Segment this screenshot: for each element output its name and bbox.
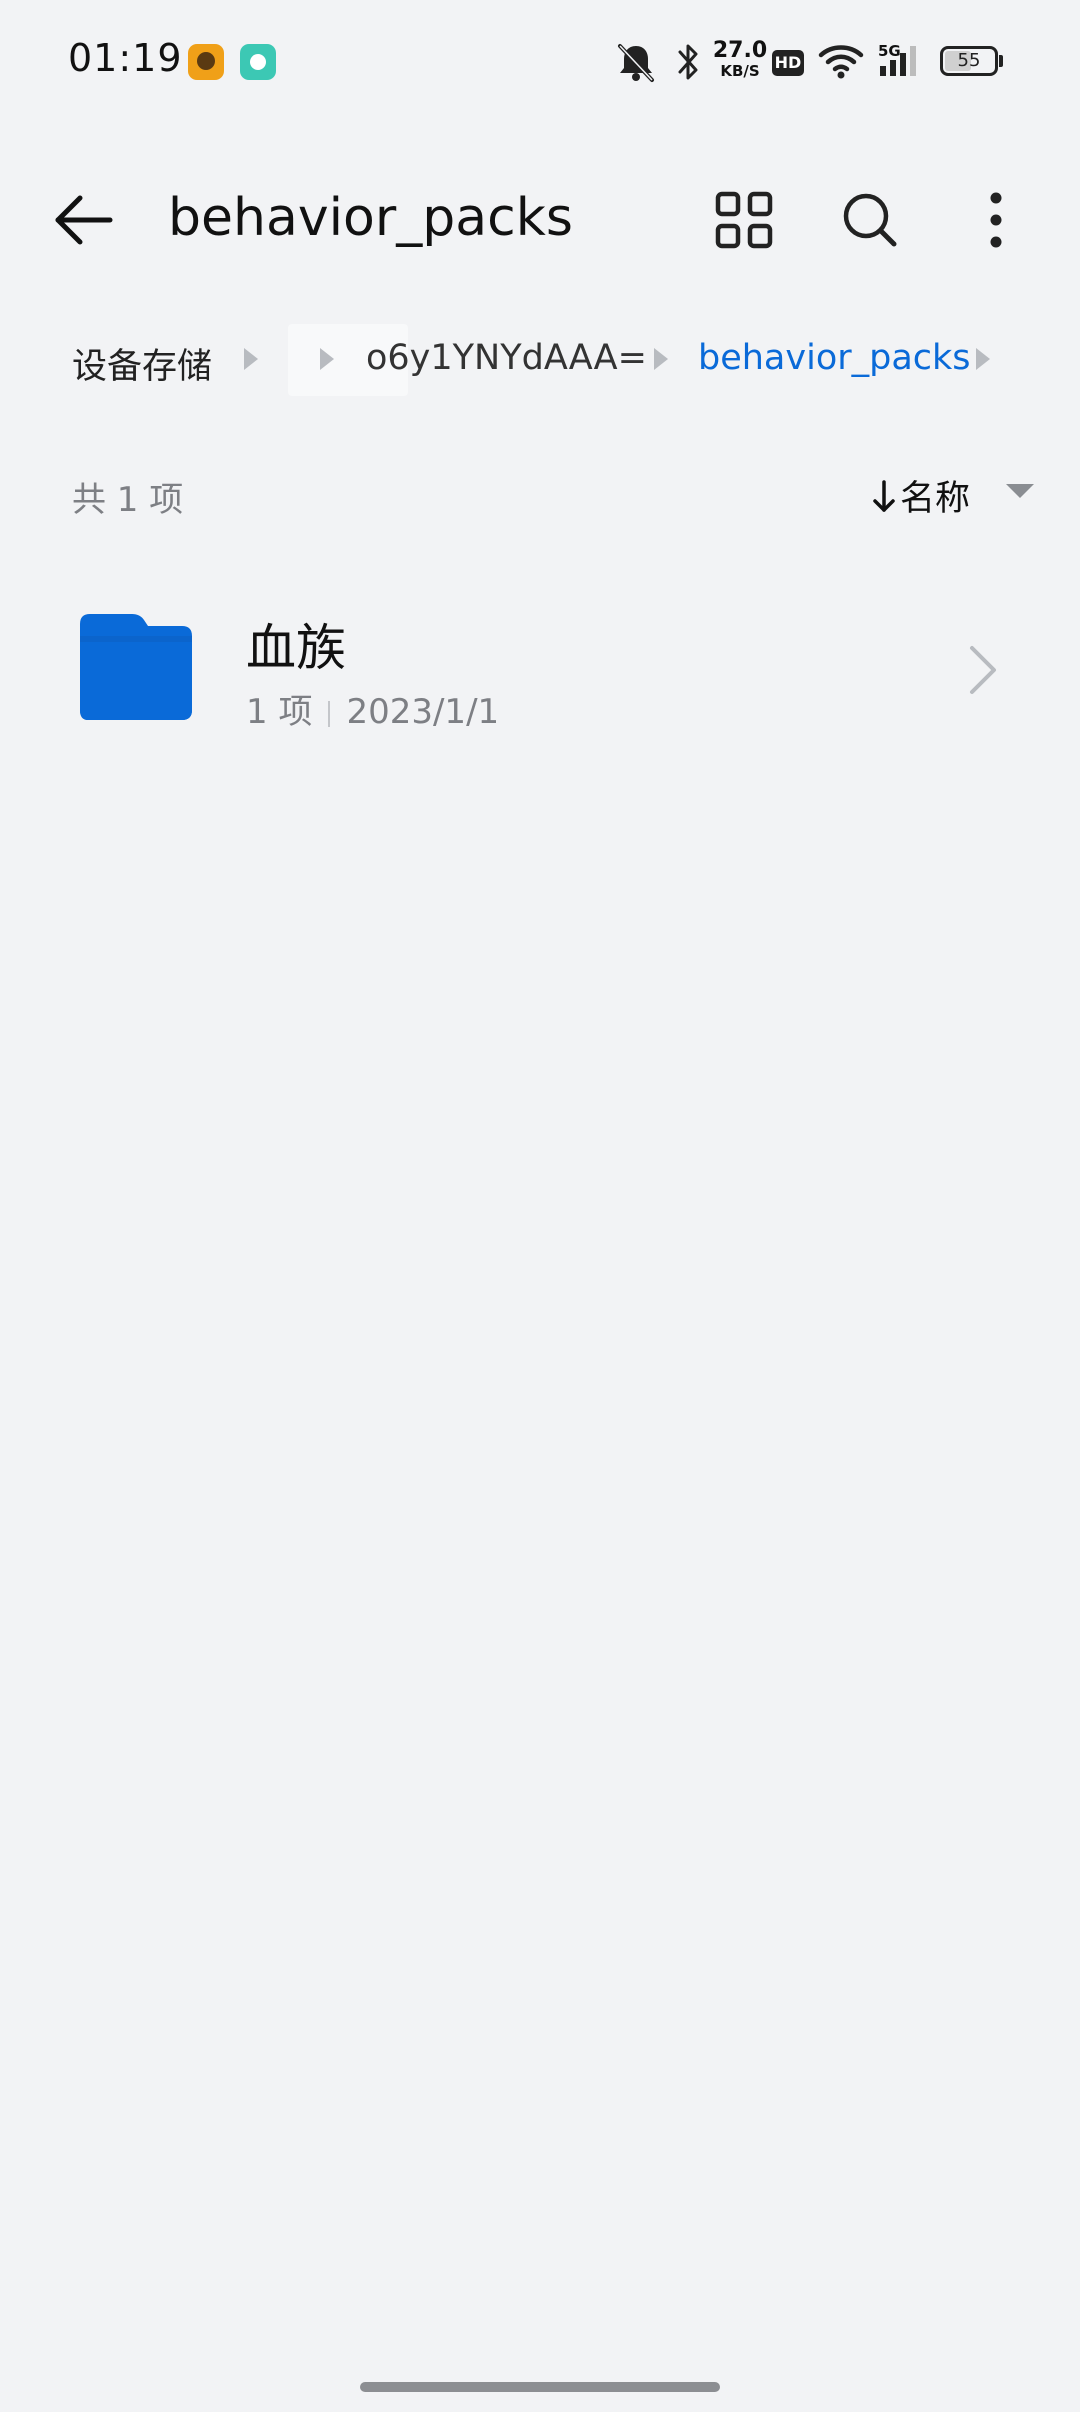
network-speed-value: 27.0: [712, 38, 768, 63]
breadcrumb-separator-icon: [654, 348, 668, 370]
gesture-navigation-bar[interactable]: [360, 2382, 720, 2392]
file-meta: 1 项 2023/1/1: [246, 684, 499, 733]
meta-separator: [328, 700, 331, 727]
search-button[interactable]: [834, 184, 906, 256]
toolbar: behavior_packs: [0, 160, 1080, 280]
network-speed-unit: KB/S: [720, 62, 760, 80]
breadcrumb-item-device-storage[interactable]: 设备存储: [72, 338, 212, 389]
breadcrumb-separator-icon: [976, 348, 990, 370]
list-item[interactable]: 血族 1 项 2023/1/1: [0, 580, 1080, 760]
breadcrumb: 设备存储 o6y1YNYdAAA= behavior_packs: [0, 320, 1080, 400]
grid-view-icon: [715, 191, 773, 249]
dropdown-caret-icon: [1006, 484, 1034, 498]
more-options-button[interactable]: [960, 184, 1032, 256]
wifi-icon: [818, 45, 864, 79]
sort-button[interactable]: 名称: [870, 466, 1050, 522]
search-icon: [843, 193, 897, 247]
status-bar: 01:19 27.0 KB/S HD 5G 55: [0, 0, 1080, 126]
sort-label: 名称: [900, 479, 971, 519]
network-speed: 27.0 KB/S: [712, 40, 768, 79]
breadcrumb-item-folder[interactable]: o6y1YNYdAAA=: [366, 338, 647, 378]
cell-signal-icon: [880, 46, 916, 76]
grid-view-button[interactable]: [708, 184, 780, 256]
mute-bell-icon: [618, 44, 654, 82]
app-notification-icon: [240, 44, 276, 80]
battery-level: 55: [957, 50, 981, 71]
breadcrumb-separator-icon: [244, 348, 258, 370]
arrow-left-icon: [55, 195, 113, 245]
battery-cap: [999, 55, 1003, 67]
breadcrumb-separator-icon: [320, 348, 334, 370]
file-date: 2023/1/1: [346, 692, 500, 732]
breadcrumb-item-current[interactable]: behavior_packs: [698, 338, 971, 378]
battery-icon: 55: [940, 46, 998, 76]
list-header: 共 1 项 名称: [0, 460, 1080, 530]
more-vertical-icon: [990, 192, 1002, 248]
status-time: 01:19: [68, 36, 183, 80]
folder-icon: [80, 614, 192, 720]
hd-badge: HD: [772, 50, 804, 76]
file-name: 血族: [246, 619, 346, 677]
back-button[interactable]: [44, 184, 124, 256]
arrow-down-icon: [873, 480, 895, 512]
bluetooth-icon: [678, 44, 698, 80]
chevron-right-icon: [970, 646, 996, 694]
item-count: 共 1 项: [72, 480, 184, 520]
file-item-count: 1 项: [246, 692, 313, 732]
app-notification-icon: [188, 44, 224, 80]
page-title: behavior_packs: [168, 188, 573, 248]
